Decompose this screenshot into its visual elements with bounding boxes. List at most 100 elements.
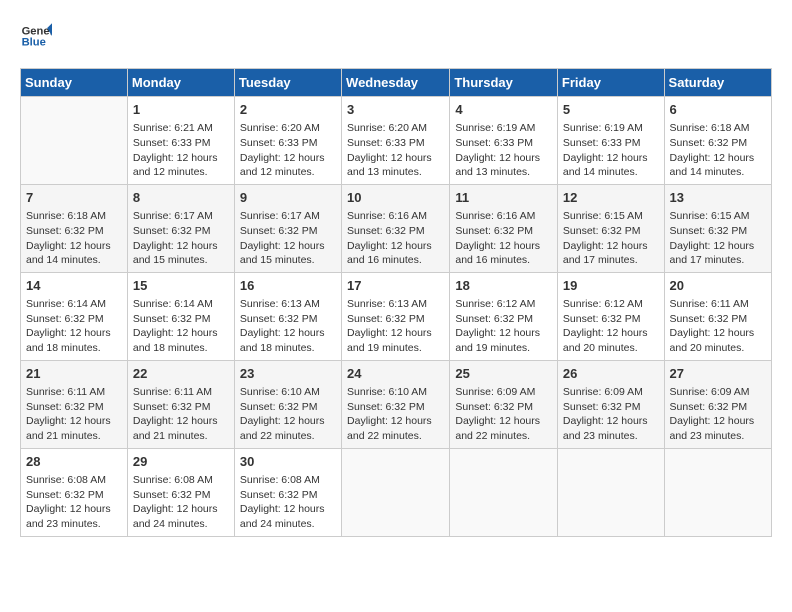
day-number: 25: [455, 365, 552, 383]
daylight-minutes: and 21 minutes.: [133, 430, 208, 442]
daylight-label: Daylight: 12 hours: [455, 240, 540, 252]
sunrise-label: Sunrise: 6:11 AM: [670, 298, 749, 310]
calendar-cell: 22 Sunrise: 6:11 AM Sunset: 6:32 PM Dayl…: [127, 360, 234, 448]
daylight-minutes: and 15 minutes.: [240, 254, 315, 266]
day-number: 3: [347, 101, 444, 119]
col-header-sunday: Sunday: [21, 69, 128, 97]
sunrise-label: Sunrise: 6:21 AM: [133, 122, 213, 134]
daylight-label: Daylight: 12 hours: [563, 240, 648, 252]
sunrise-label: Sunrise: 6:20 AM: [240, 122, 320, 134]
daylight-label: Daylight: 12 hours: [240, 152, 325, 164]
day-number: 18: [455, 277, 552, 295]
daylight-minutes: and 12 minutes.: [240, 166, 315, 178]
calendar-cell: 26 Sunrise: 6:09 AM Sunset: 6:32 PM Dayl…: [557, 360, 664, 448]
calendar-cell: 19 Sunrise: 6:12 AM Sunset: 6:32 PM Dayl…: [557, 272, 664, 360]
sunset-label: Sunset: 6:33 PM: [347, 137, 425, 149]
day-number: 10: [347, 189, 444, 207]
sunrise-label: Sunrise: 6:11 AM: [133, 386, 212, 398]
sunrise-label: Sunrise: 6:20 AM: [347, 122, 427, 134]
sunset-label: Sunset: 6:32 PM: [670, 401, 748, 413]
daylight-label: Daylight: 12 hours: [670, 152, 755, 164]
sunset-label: Sunset: 6:32 PM: [347, 225, 425, 237]
day-number: 7: [26, 189, 122, 207]
calendar-table: SundayMondayTuesdayWednesdayThursdayFrid…: [20, 68, 772, 537]
daylight-minutes: and 17 minutes.: [670, 254, 745, 266]
daylight-label: Daylight: 12 hours: [240, 240, 325, 252]
daylight-label: Daylight: 12 hours: [26, 327, 111, 339]
sunrise-label: Sunrise: 6:09 AM: [670, 386, 750, 398]
daylight-minutes: and 21 minutes.: [26, 430, 101, 442]
calendar-cell: [557, 448, 664, 536]
day-number: 6: [670, 101, 766, 119]
day-number: 21: [26, 365, 122, 383]
col-header-thursday: Thursday: [450, 69, 558, 97]
calendar-cell: 25 Sunrise: 6:09 AM Sunset: 6:32 PM Dayl…: [450, 360, 558, 448]
daylight-label: Daylight: 12 hours: [455, 152, 540, 164]
day-number: 8: [133, 189, 229, 207]
sunset-label: Sunset: 6:33 PM: [133, 137, 211, 149]
sunrise-label: Sunrise: 6:08 AM: [26, 474, 106, 486]
day-number: 20: [670, 277, 766, 295]
sunset-label: Sunset: 6:32 PM: [26, 313, 104, 325]
sunset-label: Sunset: 6:32 PM: [26, 401, 104, 413]
daylight-minutes: and 24 minutes.: [240, 518, 315, 530]
sunset-label: Sunset: 6:32 PM: [563, 225, 641, 237]
col-header-tuesday: Tuesday: [234, 69, 341, 97]
sunrise-label: Sunrise: 6:14 AM: [26, 298, 106, 310]
sunset-label: Sunset: 6:32 PM: [670, 225, 748, 237]
day-number: 23: [240, 365, 336, 383]
sunset-label: Sunset: 6:32 PM: [133, 225, 211, 237]
sunrise-label: Sunrise: 6:16 AM: [455, 210, 535, 222]
sunrise-label: Sunrise: 6:13 AM: [240, 298, 320, 310]
day-number: 15: [133, 277, 229, 295]
day-number: 17: [347, 277, 444, 295]
daylight-label: Daylight: 12 hours: [455, 415, 540, 427]
daylight-minutes: and 14 minutes.: [670, 166, 745, 178]
calendar-cell: 4 Sunrise: 6:19 AM Sunset: 6:33 PM Dayli…: [450, 97, 558, 185]
sunrise-label: Sunrise: 6:18 AM: [26, 210, 106, 222]
calendar-cell: 12 Sunrise: 6:15 AM Sunset: 6:32 PM Dayl…: [557, 184, 664, 272]
daylight-label: Daylight: 12 hours: [670, 327, 755, 339]
day-number: 14: [26, 277, 122, 295]
calendar-cell: 8 Sunrise: 6:17 AM Sunset: 6:32 PM Dayli…: [127, 184, 234, 272]
calendar-cell: 27 Sunrise: 6:09 AM Sunset: 6:32 PM Dayl…: [664, 360, 771, 448]
daylight-minutes: and 23 minutes.: [670, 430, 745, 442]
daylight-minutes: and 12 minutes.: [133, 166, 208, 178]
sunset-label: Sunset: 6:32 PM: [455, 313, 533, 325]
calendar-cell: 15 Sunrise: 6:14 AM Sunset: 6:32 PM Dayl…: [127, 272, 234, 360]
sunset-label: Sunset: 6:32 PM: [240, 489, 318, 501]
daylight-minutes: and 13 minutes.: [455, 166, 530, 178]
day-number: 19: [563, 277, 659, 295]
page-header: General Blue: [20, 20, 772, 52]
daylight-label: Daylight: 12 hours: [347, 415, 432, 427]
sunrise-label: Sunrise: 6:15 AM: [670, 210, 750, 222]
calendar-cell: 18 Sunrise: 6:12 AM Sunset: 6:32 PM Dayl…: [450, 272, 558, 360]
sunrise-label: Sunrise: 6:12 AM: [455, 298, 535, 310]
sunset-label: Sunset: 6:32 PM: [455, 225, 533, 237]
sunrise-label: Sunrise: 6:18 AM: [670, 122, 750, 134]
daylight-minutes: and 19 minutes.: [455, 342, 530, 354]
calendar-cell: 29 Sunrise: 6:08 AM Sunset: 6:32 PM Dayl…: [127, 448, 234, 536]
day-number: 13: [670, 189, 766, 207]
sunrise-label: Sunrise: 6:08 AM: [240, 474, 320, 486]
sunset-label: Sunset: 6:32 PM: [670, 137, 748, 149]
sunrise-label: Sunrise: 6:19 AM: [563, 122, 643, 134]
calendar-cell: 21 Sunrise: 6:11 AM Sunset: 6:32 PM Dayl…: [21, 360, 128, 448]
daylight-minutes: and 19 minutes.: [347, 342, 422, 354]
day-number: 4: [455, 101, 552, 119]
daylight-minutes: and 23 minutes.: [563, 430, 638, 442]
calendar-cell: 24 Sunrise: 6:10 AM Sunset: 6:32 PM Dayl…: [342, 360, 450, 448]
calendar-cell: 2 Sunrise: 6:20 AM Sunset: 6:33 PM Dayli…: [234, 97, 341, 185]
daylight-label: Daylight: 12 hours: [240, 503, 325, 515]
daylight-minutes: and 13 minutes.: [347, 166, 422, 178]
sunset-label: Sunset: 6:32 PM: [670, 313, 748, 325]
sunrise-label: Sunrise: 6:17 AM: [133, 210, 213, 222]
daylight-minutes: and 20 minutes.: [563, 342, 638, 354]
sunset-label: Sunset: 6:32 PM: [26, 225, 104, 237]
svg-text:General: General: [22, 25, 52, 37]
daylight-label: Daylight: 12 hours: [26, 415, 111, 427]
sunset-label: Sunset: 6:32 PM: [240, 313, 318, 325]
daylight-label: Daylight: 12 hours: [240, 327, 325, 339]
sunrise-label: Sunrise: 6:17 AM: [240, 210, 320, 222]
day-number: 9: [240, 189, 336, 207]
